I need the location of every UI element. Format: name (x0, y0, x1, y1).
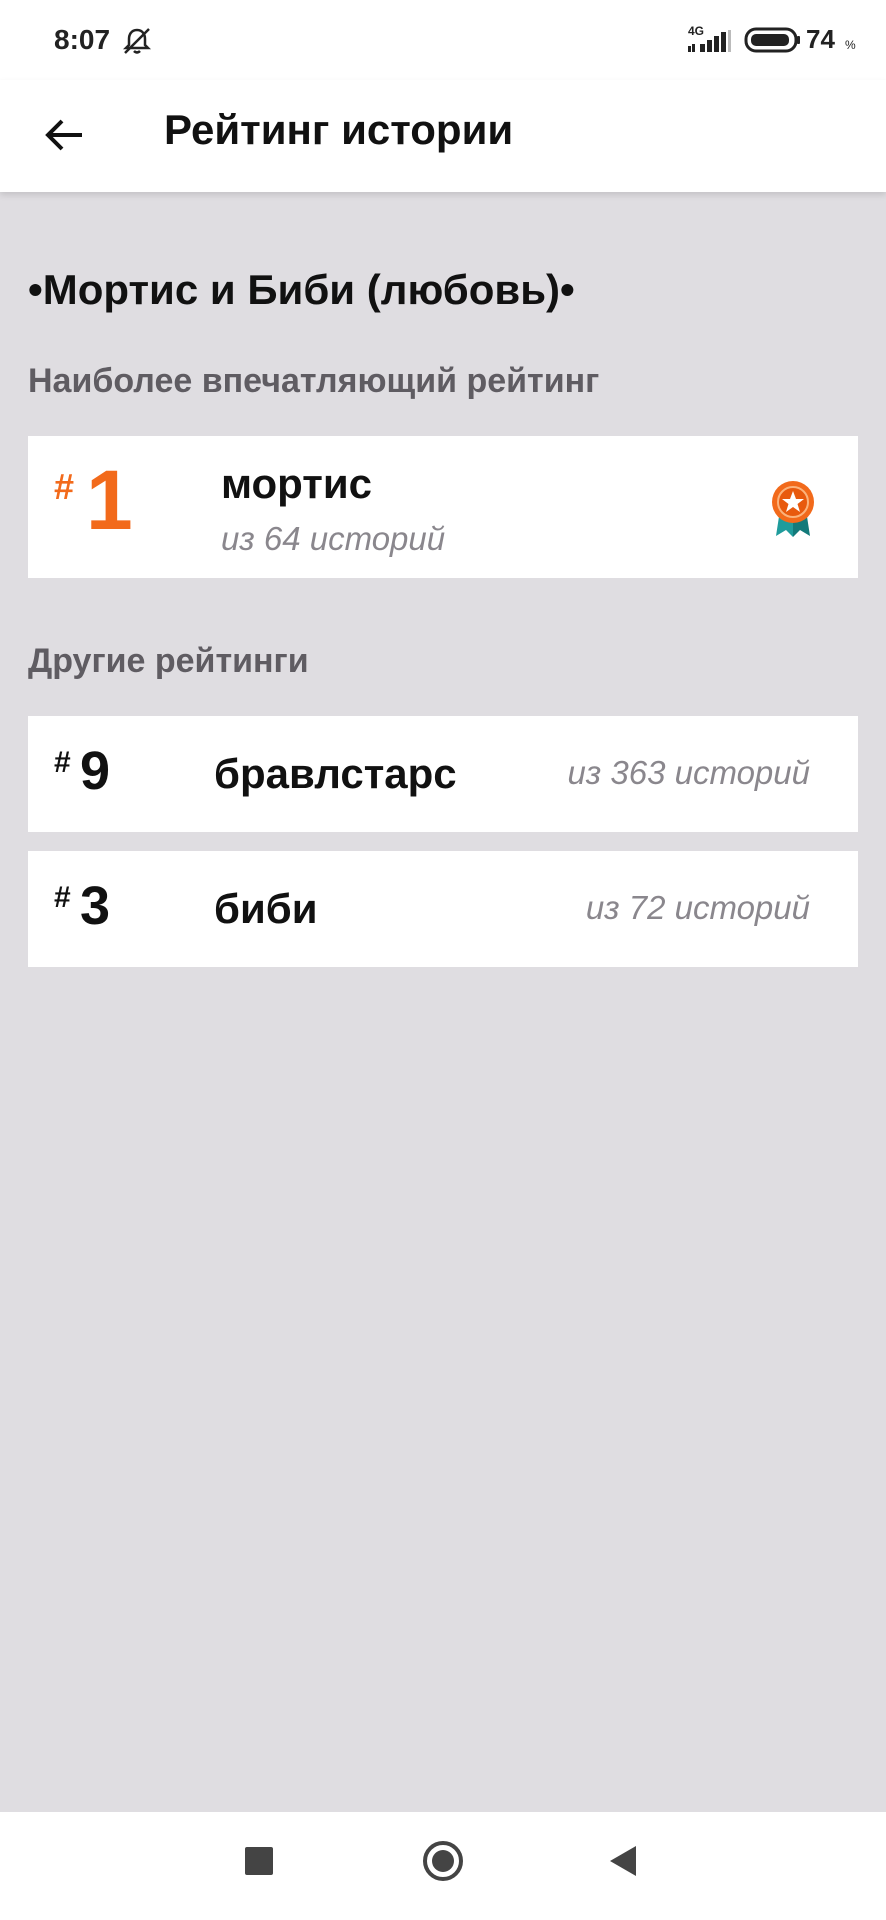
signal-icon (688, 30, 731, 52)
top-rating-section-label: Наиболее впечатляющий рейтинг (28, 362, 600, 400)
status-bar: 8:07 4G 74 % (0, 0, 886, 80)
square-icon[interactable] (240, 1842, 278, 1880)
battery-icon (744, 27, 800, 53)
rating-card[interactable]: # 3 биби из 72 историй (28, 851, 858, 967)
rank-number: 9 (80, 741, 111, 801)
story-title: •Мортис и Биби (любовь)• (28, 266, 575, 313)
app-bar: Рейтинг истории (0, 80, 886, 192)
rank-number: 3 (80, 876, 111, 936)
page-title: Рейтинг истории (164, 106, 514, 153)
tag-name: бравлстарс (214, 750, 457, 797)
rank-hash: # (54, 881, 71, 914)
rank-hash: # (54, 466, 75, 507)
top-rating-card[interactable]: # 1 мортис из 64 историй (28, 436, 858, 578)
story-count: из 72 историй (585, 889, 810, 926)
medal-icon (772, 481, 814, 537)
bell-off-icon (122, 28, 152, 54)
other-ratings-section-label: Другие рейтинги (28, 642, 309, 680)
rating-card[interactable]: # 9 бравлстарс из 363 историй (28, 716, 858, 832)
tag-name: мортис (221, 460, 373, 507)
rank-hash: # (54, 746, 71, 779)
rank-number: 1 (86, 453, 133, 547)
story-count: из 64 историй (221, 520, 446, 557)
tag-name: биби (214, 885, 318, 932)
back-button[interactable] (34, 100, 94, 170)
battery-unit: % (845, 38, 856, 52)
circle-icon[interactable] (420, 1838, 466, 1884)
battery-level: 74 (806, 24, 835, 54)
system-nav-bar (0, 1812, 886, 1920)
status-time: 8:07 (54, 24, 111, 55)
arrow-left-icon (45, 119, 82, 151)
story-count: из 363 историй (567, 754, 810, 791)
triangle-back-icon[interactable] (604, 1842, 642, 1880)
